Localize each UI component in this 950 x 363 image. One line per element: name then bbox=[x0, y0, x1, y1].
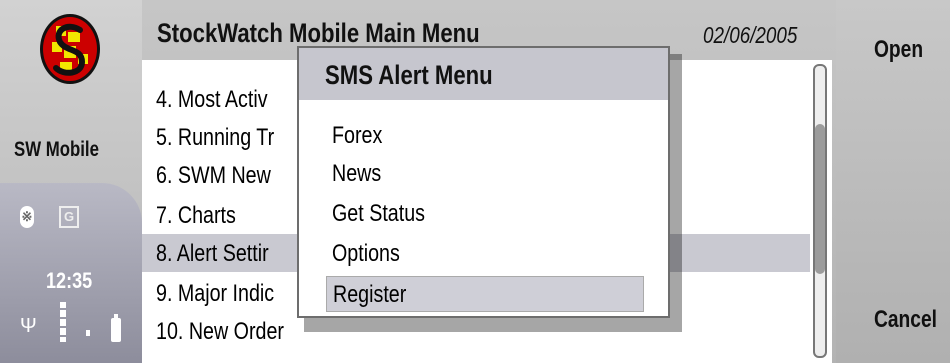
gprs-icon: G bbox=[59, 206, 79, 228]
main-menu-item-label: 8. Alert Settir bbox=[156, 240, 269, 267]
status-panel: SW Mobile ※ G 12:35 Ψ bbox=[0, 0, 142, 363]
separator-dot-icon bbox=[86, 330, 90, 336]
softkey-panel: Open Cancel bbox=[836, 0, 950, 363]
popup-item-label: Options bbox=[332, 240, 400, 267]
main-menu-item-label: 6. SWM New bbox=[156, 162, 271, 189]
main-menu-item-label: 9. Major Indic bbox=[156, 280, 275, 307]
popup-item-news[interactable]: News bbox=[326, 156, 644, 192]
popup-item-label: Get Status bbox=[332, 200, 425, 227]
clock: 12:35 bbox=[46, 268, 93, 293]
antenna-icon: Ψ bbox=[20, 315, 37, 337]
main-menu-item-label: 10. New Order bbox=[156, 318, 284, 345]
popup-item-label: News bbox=[332, 160, 382, 187]
sms-alert-popup: SMS Alert Menu Forex News Get Status Opt… bbox=[297, 46, 670, 318]
popup-title: SMS Alert Menu bbox=[325, 60, 493, 90]
popup-item-options[interactable]: Options bbox=[326, 236, 644, 272]
main-menu-item-label: 7. Charts bbox=[156, 202, 236, 229]
stockwatch-logo-icon[interactable] bbox=[38, 12, 102, 86]
signal-strength-icon bbox=[48, 302, 66, 342]
scrollbar-thumb[interactable] bbox=[815, 124, 825, 274]
popup-item-forex[interactable]: Forex bbox=[326, 118, 644, 154]
popup-item-label: Register bbox=[333, 281, 407, 308]
scrollbar[interactable] bbox=[813, 64, 827, 358]
main-menu-item-label: 4. Most Activ bbox=[156, 86, 268, 113]
open-button[interactable]: Open bbox=[874, 36, 923, 64]
popup-item-register[interactable]: Register bbox=[326, 276, 644, 312]
app-name-label: SW Mobile bbox=[14, 138, 99, 161]
page-title: StockWatch Mobile Main Menu bbox=[157, 18, 480, 48]
battery-icon bbox=[111, 314, 121, 342]
cancel-button[interactable]: Cancel bbox=[874, 306, 937, 334]
popup-item-label: Forex bbox=[332, 122, 383, 149]
main-menu-item-label: 5. Running Tr bbox=[156, 124, 275, 151]
date-label: 02/06/2005 bbox=[703, 22, 798, 48]
popup-header: SMS Alert Menu bbox=[299, 48, 668, 100]
bluetooth-icon: ※ bbox=[20, 206, 34, 228]
popup-item-get-status[interactable]: Get Status bbox=[326, 196, 644, 232]
